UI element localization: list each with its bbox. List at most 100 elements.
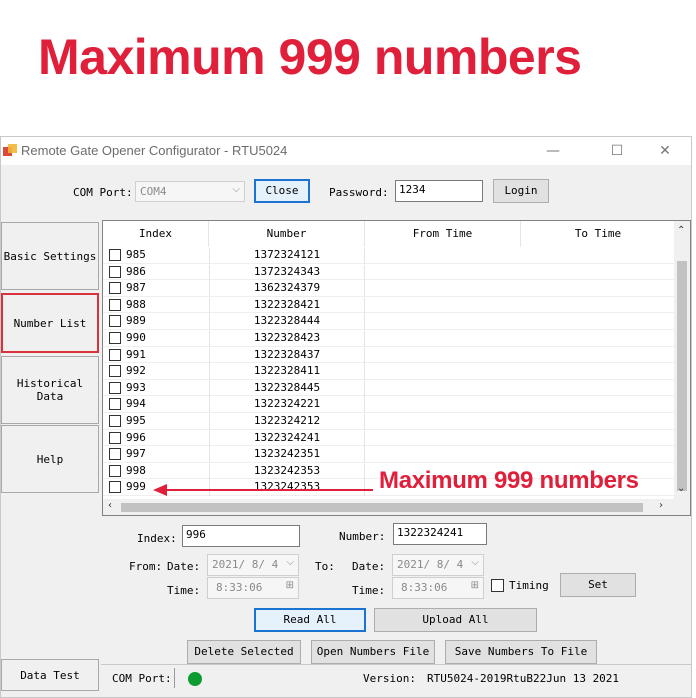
row-number: 1322324212 <box>209 414 365 430</box>
com-port-select[interactable]: COM4 ⌵ <box>135 181 245 202</box>
spinner-icon: ⊞ <box>285 580 294 591</box>
scroll-left-icon[interactable]: ‹ <box>108 500 112 511</box>
table-row[interactable]: 986 1372324343 <box>103 264 676 281</box>
sidebar-item-help[interactable]: Help <box>1 425 99 493</box>
from-time-picker[interactable]: 8:33:06 ⊞ <box>207 577 299 599</box>
app-window: Remote Gate Opener Configurator - RTU502… <box>0 136 692 698</box>
table-row[interactable]: 987 1362324379 <box>103 280 676 298</box>
row-checkbox[interactable] <box>109 249 121 261</box>
save-numbers-button[interactable]: Save Numbers To File <box>445 640 597 664</box>
to-date-label: Date: <box>352 560 386 573</box>
row-checkbox[interactable] <box>109 365 121 378</box>
row-number: 1322328444 <box>209 314 365 331</box>
close-port-button[interactable]: Close <box>254 179 310 203</box>
to-date-picker[interactable]: 2021/ 8/ 4 ⌵ <box>392 554 484 576</box>
spinner-icon: ⊞ <box>470 580 479 591</box>
row-checkbox[interactable] <box>109 298 121 311</box>
row-checkbox[interactable] <box>109 348 121 361</box>
login-button[interactable]: Login <box>493 179 549 203</box>
table-row[interactable]: 997 1323242351 <box>103 446 676 464</box>
row-index: 994 <box>126 397 146 411</box>
column-header-index[interactable]: Index <box>103 221 209 247</box>
column-header-from-time[interactable]: From Time <box>365 221 521 247</box>
row-checkbox[interactable] <box>109 481 121 494</box>
minimize-icon[interactable]: — <box>531 139 575 163</box>
row-checkbox[interactable] <box>109 431 121 444</box>
table-row[interactable]: 988 1322328421 <box>103 297 676 314</box>
com-port-value: COM4 <box>140 185 167 198</box>
row-checkbox[interactable] <box>109 315 121 328</box>
row-number: 1322328411 <box>209 364 365 381</box>
number-input[interactable]: 1322324241 <box>393 523 487 545</box>
sidebar-item-number-list[interactable]: Number List <box>1 293 99 353</box>
row-index: 987 <box>126 281 146 295</box>
number-label: Number: <box>339 530 386 543</box>
row-number: 1322324241 <box>209 430 365 447</box>
read-all-button[interactable]: Read All <box>254 608 366 632</box>
maximize-icon[interactable]: ☐ <box>595 139 639 163</box>
password-input[interactable]: 1234 <box>395 180 483 202</box>
delete-selected-button[interactable]: Delete Selected <box>187 640 301 664</box>
status-com-port-label: COM Port: <box>112 672 172 685</box>
close-icon[interactable]: ✕ <box>643 139 687 163</box>
row-number: 1323242351 <box>209 447 365 464</box>
row-checkbox[interactable] <box>109 464 121 477</box>
horizontal-scroll-thumb[interactable] <box>121 503 643 512</box>
row-checkbox[interactable] <box>109 282 121 295</box>
sidebar-item-basic-settings[interactable]: Basic Settings <box>1 222 99 290</box>
sidebar-item-data-test[interactable]: Data Test <box>1 659 99 691</box>
table-row[interactable]: 995 1322324212 <box>103 413 676 430</box>
row-checkbox[interactable] <box>109 265 121 278</box>
table-row[interactable]: 992 1322328411 <box>103 363 676 381</box>
scroll-right-icon[interactable]: › <box>659 500 663 511</box>
table-row[interactable]: 990 1322328423 <box>103 330 676 347</box>
from-time-label: Time: <box>167 584 201 597</box>
to-label: To: <box>315 560 335 573</box>
timing-checkbox[interactable] <box>491 579 504 592</box>
set-button[interactable]: Set <box>560 573 636 597</box>
scroll-up-icon[interactable]: ⌃ <box>677 225 685 236</box>
from-time-value: 8:33:06 <box>216 581 263 594</box>
horizontal-scrollbar[interactable]: ‹ › <box>103 499 690 515</box>
row-index: 991 <box>126 347 146 361</box>
from-date-label: Date: <box>167 560 201 573</box>
to-time-picker[interactable]: 8:33:06 ⊞ <box>392 577 484 599</box>
open-numbers-file-button[interactable]: Open Numbers File <box>311 640 435 664</box>
vertical-scrollbar[interactable]: ⌃ ⌄ <box>674 221 690 503</box>
row-number: 1322328421 <box>209 297 365 314</box>
column-header-to-time[interactable]: To Time <box>521 221 676 247</box>
table-row[interactable]: 985 1372324121 <box>103 247 676 264</box>
annotation-text: Maximum 999 numbers <box>379 467 639 494</box>
row-index: 998 <box>126 463 146 477</box>
table-row[interactable]: 996 1322324241 <box>103 430 676 447</box>
table-row[interactable]: 989 1322328444 <box>103 313 676 331</box>
table-row[interactable]: 993 1322328445 <box>103 380 676 397</box>
upload-all-button[interactable]: Upload All <box>374 608 537 632</box>
row-index: 992 <box>126 364 146 378</box>
row-index: 997 <box>126 447 146 461</box>
row-checkbox[interactable] <box>109 381 121 394</box>
row-number: 1372324343 <box>209 264 365 281</box>
row-checkbox[interactable] <box>109 332 121 344</box>
status-bar: COM Port: Version: RTU5024-2019RtuB22Jun… <box>101 664 691 690</box>
row-number: 1322328423 <box>209 331 365 347</box>
vertical-scroll-thumb[interactable] <box>677 261 687 491</box>
connection-status-icon <box>188 672 202 686</box>
row-number: 1322328437 <box>209 347 365 364</box>
table-row[interactable]: 994 1322324221 <box>103 396 676 414</box>
index-input[interactable]: 996 <box>182 525 300 547</box>
index-label: Index: <box>137 532 177 545</box>
app-icon <box>3 144 17 156</box>
row-checkbox[interactable] <box>109 398 121 411</box>
to-time-value: 8:33:06 <box>401 581 448 594</box>
com-port-label: COM Port: <box>73 186 133 199</box>
table-row[interactable]: 991 1322328437 <box>103 347 676 364</box>
row-checkbox[interactable] <box>109 415 121 427</box>
row-checkbox[interactable] <box>109 448 121 461</box>
timing-label: Timing <box>509 579 549 592</box>
from-date-picker[interactable]: 2021/ 8/ 4 ⌵ <box>207 554 299 576</box>
sidebar-item-historical-data[interactable]: Historical Data <box>1 356 99 424</box>
from-label: From: <box>129 560 163 573</box>
scroll-down-icon[interactable]: ⌄ <box>677 483 685 494</box>
column-header-number[interactable]: Number <box>209 221 365 247</box>
